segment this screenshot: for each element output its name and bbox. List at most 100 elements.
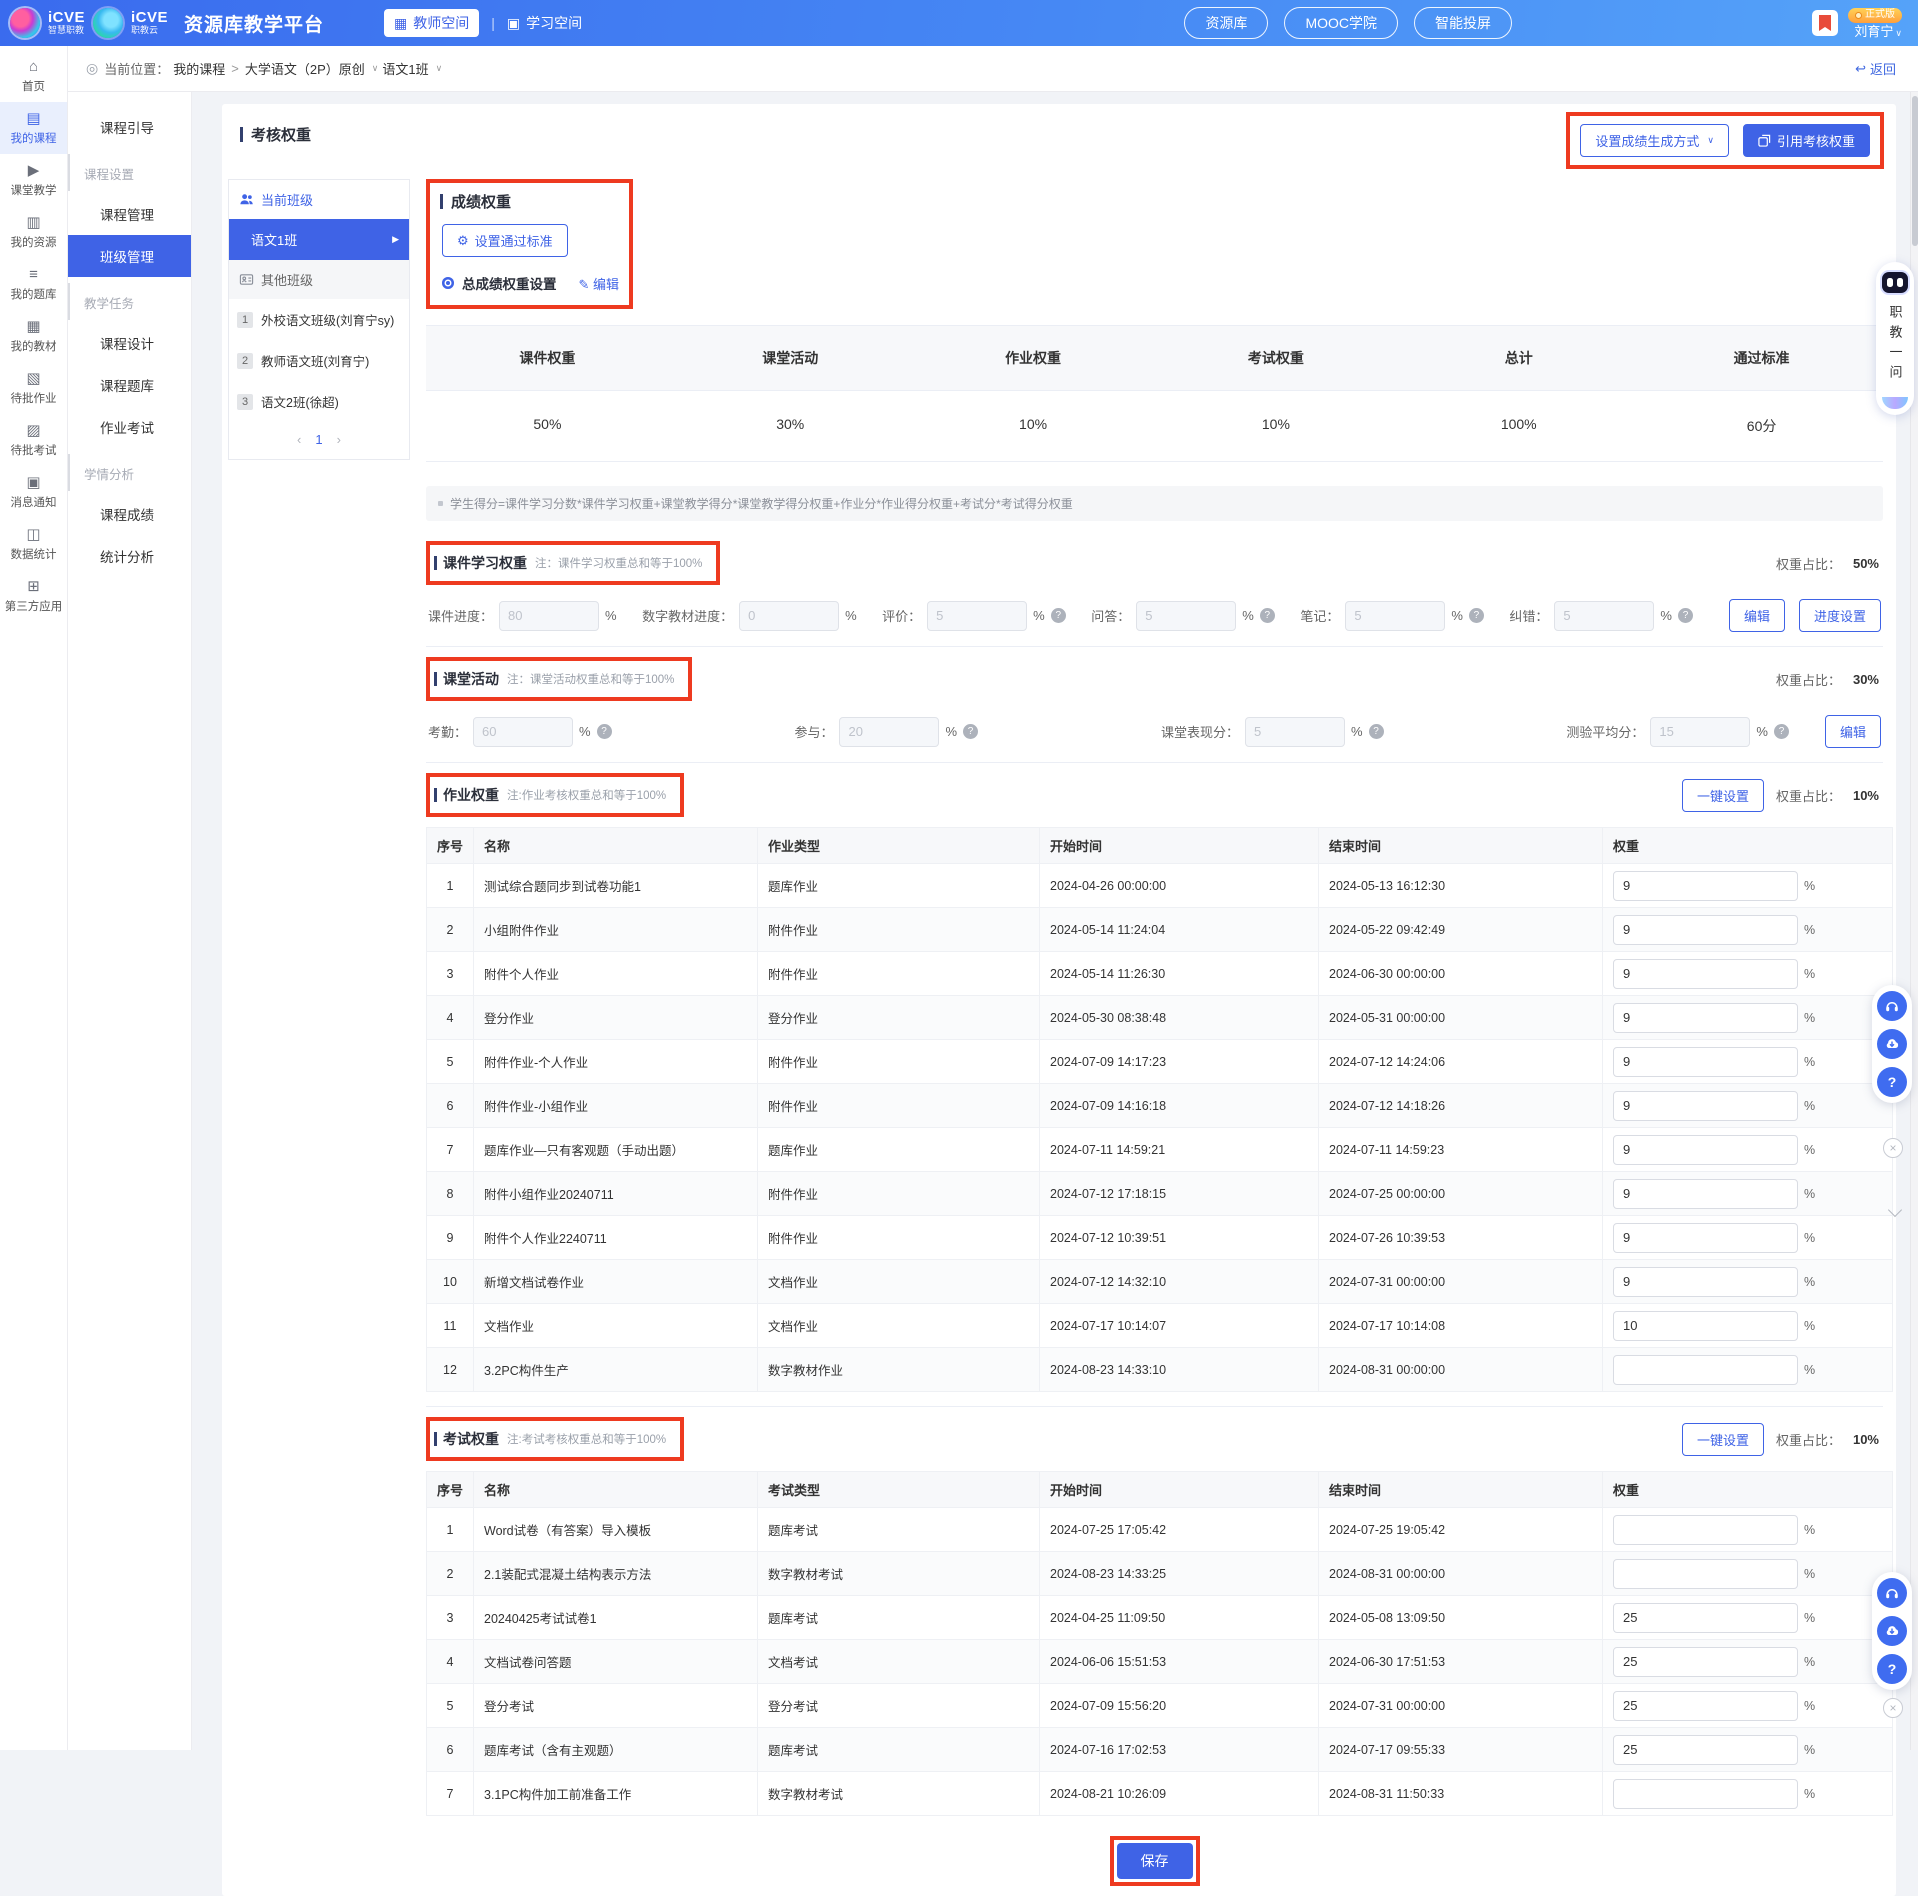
submenu-item[interactable]: 课程题库	[68, 364, 191, 406]
homework-weight-input[interactable]	[1613, 1311, 1798, 1341]
rail-item-pending-exam[interactable]: ▨待批考试	[0, 414, 67, 466]
download-icon[interactable]	[1877, 1029, 1907, 1059]
quote-assessment-button[interactable]: 引用考核权重	[1743, 124, 1870, 157]
resource-library-button[interactable]: 资源库	[1184, 7, 1268, 39]
exam-quick-set-button[interactable]: 一键设置	[1682, 1423, 1764, 1456]
learning-space-button[interactable]: ▣ 学习空间	[507, 13, 582, 33]
next-page-icon[interactable]: ›	[337, 432, 341, 447]
rail-item-home[interactable]: ⌂首页	[0, 50, 67, 102]
breadcrumb-my-courses[interactable]: 我的课程	[173, 59, 225, 78]
back-button[interactable]: ↩ 返回	[1855, 59, 1896, 78]
homework-weight-input[interactable]	[1613, 1267, 1798, 1297]
class-number-badge: 3	[237, 394, 253, 410]
homework-weight-input[interactable]	[1613, 915, 1798, 945]
rail-item-classroom-teaching[interactable]: ▶课堂教学	[0, 154, 67, 206]
homework-quick-set-button[interactable]: 一键设置	[1682, 779, 1764, 812]
rail-item-message[interactable]: ▣消息通知	[0, 466, 67, 518]
page-number[interactable]: 1	[315, 432, 322, 447]
edit-grade-weight-link[interactable]: ✎ 编辑	[579, 274, 620, 293]
exam-weight-input[interactable]	[1613, 1515, 1798, 1545]
exam-weight-input[interactable]	[1613, 1691, 1798, 1721]
courseware-weight-input[interactable]	[1136, 601, 1236, 631]
set-pass-standard-button[interactable]: ⚙ 设置通过标准	[442, 224, 568, 257]
courseware-field-label: 课件进度：	[428, 606, 493, 625]
homework-weight-input[interactable]	[1613, 1179, 1798, 1209]
promo-icon[interactable]	[1812, 10, 1838, 36]
help-icon[interactable]: ?	[1774, 724, 1789, 739]
submenu-item[interactable]: 班级管理	[68, 235, 191, 277]
support-icon[interactable]	[1877, 1578, 1907, 1608]
user-menu[interactable]: 刘育宁∨	[1854, 25, 1902, 38]
homework-weight-input[interactable]	[1613, 1135, 1798, 1165]
classroom-weight-input[interactable]	[473, 717, 573, 747]
courseware-weight-input[interactable]	[927, 601, 1027, 631]
help-icon[interactable]: ?	[1678, 608, 1693, 623]
help-icon[interactable]: ?	[1369, 724, 1384, 739]
homework-weight-input[interactable]	[1613, 871, 1798, 901]
homework-weight-input[interactable]	[1613, 1003, 1798, 1033]
mooc-college-button[interactable]: MOOC学院	[1284, 7, 1398, 39]
chevron-down-icon[interactable]: ∨	[372, 63, 379, 74]
breadcrumb-course[interactable]: 大学语文（2P）原创	[245, 59, 365, 78]
help-icon[interactable]: ?	[1051, 608, 1066, 623]
smart-cast-button[interactable]: 智能投屏	[1414, 7, 1512, 39]
submenu-item[interactable]: 课程成绩	[68, 493, 191, 535]
breadcrumb-class[interactable]: 语文1班	[382, 59, 428, 78]
classroom-weight-input[interactable]	[1245, 717, 1345, 747]
rail-item-resources[interactable]: ▥我的资源	[0, 206, 67, 258]
exam-weight-input[interactable]	[1613, 1603, 1798, 1633]
courseware-edit-button[interactable]: 编辑	[1729, 599, 1785, 632]
progress-settings-button[interactable]: 进度设置	[1799, 599, 1881, 632]
help-icon[interactable]: ?	[1260, 608, 1275, 623]
rail-item-third-party-apps[interactable]: ⊞第三方应用	[0, 570, 67, 622]
close-icon[interactable]: ×	[1883, 1138, 1903, 1158]
rail-item-courses[interactable]: ▤我的课程	[0, 102, 67, 154]
submenu-item[interactable]: 课程设计	[68, 322, 191, 364]
rail-item-data-stats[interactable]: ◫数据统计	[0, 518, 67, 570]
total-grade-radio[interactable]	[442, 277, 454, 289]
chevron-down-icon[interactable]: ∨	[436, 63, 443, 74]
set-grade-method-button[interactable]: 设置成绩生成方式 ∨	[1580, 124, 1729, 157]
submenu-item[interactable]: 课程引导	[68, 106, 191, 148]
help-icon[interactable]: ?	[1877, 1654, 1907, 1684]
close-icon[interactable]: ×	[1883, 1698, 1903, 1718]
prev-page-icon[interactable]: ‹	[297, 432, 301, 447]
other-class-item[interactable]: 3语文2班(徐超)	[229, 381, 409, 422]
other-class-item[interactable]: 2教师语文班(刘育宁)	[229, 340, 409, 381]
help-icon[interactable]: ?	[1469, 608, 1484, 623]
courseware-weight-input[interactable]	[1345, 601, 1445, 631]
exam-header-row: 序号名称考试类型开始时间结束时间权重	[427, 1472, 1893, 1508]
exam-weight-input[interactable]	[1613, 1559, 1798, 1589]
download-icon[interactable]	[1877, 1616, 1907, 1646]
classroom-weight-input[interactable]	[1650, 717, 1750, 747]
homework-weight-input[interactable]	[1613, 959, 1798, 989]
submenu-item[interactable]: 课程管理	[68, 193, 191, 235]
exam-weight-input[interactable]	[1613, 1779, 1798, 1809]
help-icon[interactable]: ?	[1877, 1067, 1907, 1097]
teacher-space-button[interactable]: ▦ 教师空间	[384, 9, 479, 37]
homework-weight-input[interactable]	[1613, 1223, 1798, 1253]
homework-weight-input[interactable]	[1613, 1355, 1798, 1385]
courseware-weight-input[interactable]	[1554, 601, 1654, 631]
exam-weight-input[interactable]	[1613, 1647, 1798, 1677]
submenu-item[interactable]: 统计分析	[68, 535, 191, 577]
help-icon[interactable]: ?	[597, 724, 612, 739]
support-icon[interactable]	[1877, 991, 1907, 1021]
rail-item-textbook[interactable]: ▦我的教材	[0, 310, 67, 362]
save-button[interactable]: 保存	[1117, 1843, 1193, 1879]
homework-weight-input[interactable]	[1613, 1047, 1798, 1077]
classroom-edit-button[interactable]: 编辑	[1825, 715, 1881, 748]
table-cell: %	[1603, 908, 1893, 952]
courseware-weight-input[interactable]	[499, 601, 599, 631]
submenu-item[interactable]: 作业考试	[68, 406, 191, 448]
ai-assistant-tab[interactable]: 职教一问	[1876, 262, 1914, 415]
scrollbar-thumb[interactable]	[1912, 96, 1918, 246]
help-icon[interactable]: ?	[963, 724, 978, 739]
homework-weight-input[interactable]	[1613, 1091, 1798, 1121]
courseware-weight-input[interactable]	[739, 601, 839, 631]
current-class-item[interactable]: 语文1班 ▶	[229, 219, 409, 260]
classroom-weight-input[interactable]	[839, 717, 939, 747]
rail-item-pending-homework[interactable]: ▧待批作业	[0, 362, 67, 414]
other-class-item[interactable]: 1外校语文班级(刘育宁sy)	[229, 299, 409, 340]
rail-item-question-bank[interactable]: ≡我的题库	[0, 258, 67, 310]
